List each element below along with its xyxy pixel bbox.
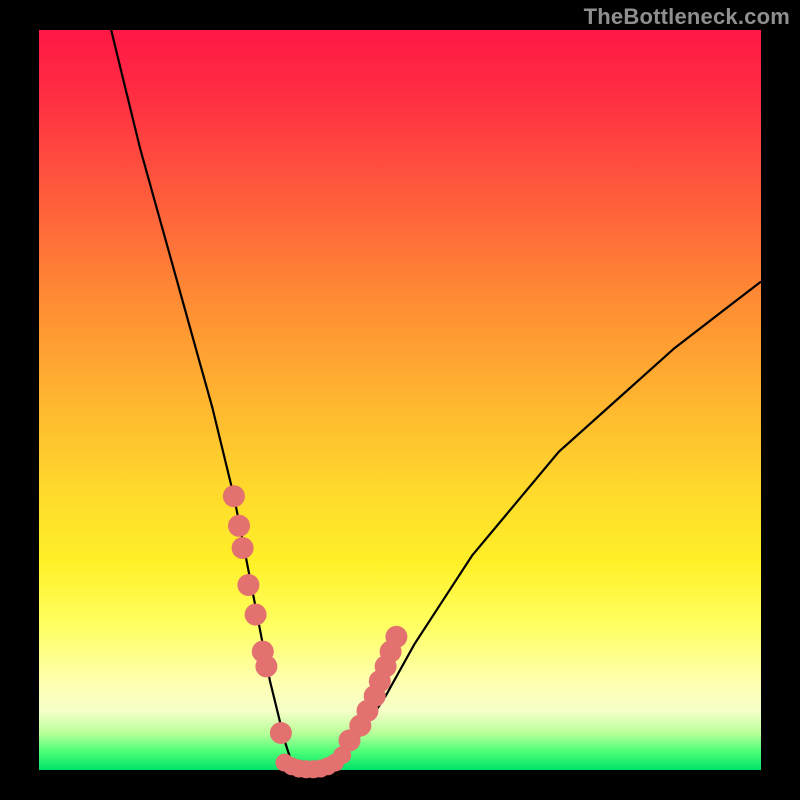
plot-area (39, 30, 761, 770)
watermark-text: TheBottleneck.com (584, 4, 790, 30)
data-dot (237, 574, 259, 596)
data-dot (245, 604, 267, 626)
bottleneck-curve (111, 30, 761, 770)
data-dot (255, 655, 277, 677)
data-dot (333, 746, 351, 764)
data-dot (385, 626, 407, 648)
dot-layer (223, 485, 408, 778)
data-dot (223, 485, 245, 507)
data-dot (270, 722, 292, 744)
data-dot (228, 515, 250, 537)
chart-frame: TheBottleneck.com (0, 0, 800, 800)
plot-svg (39, 30, 761, 770)
data-dot (232, 537, 254, 559)
